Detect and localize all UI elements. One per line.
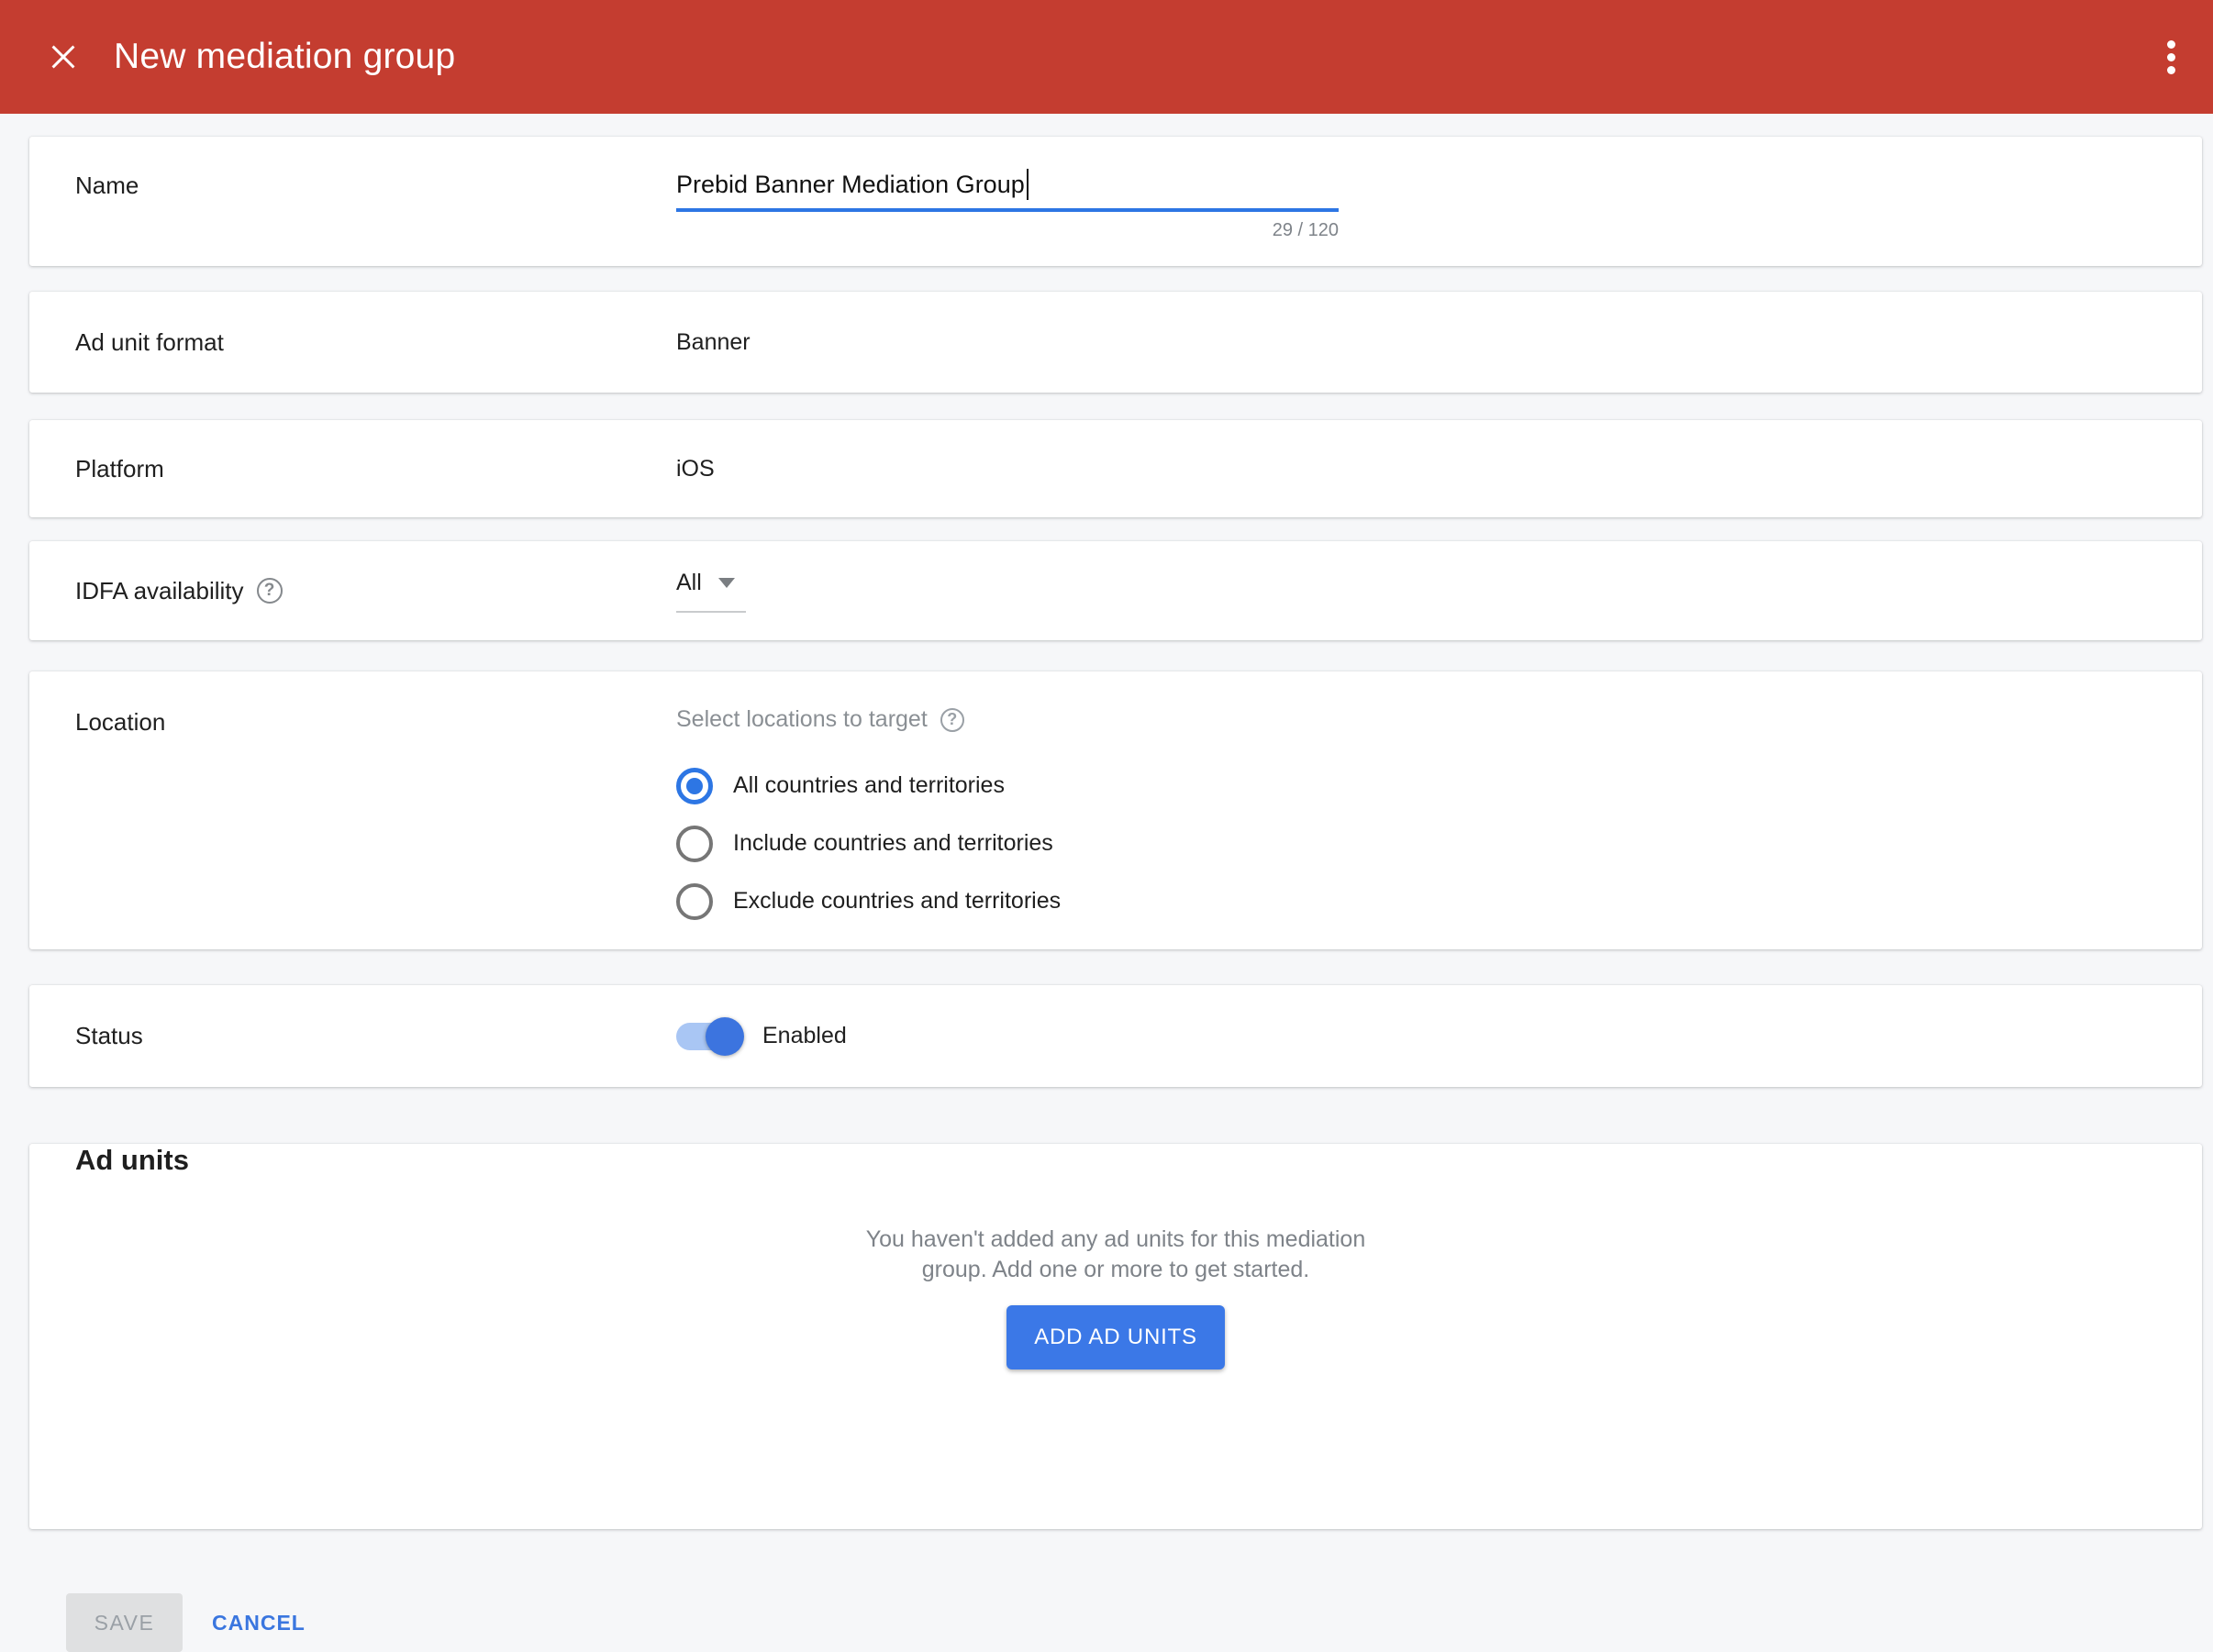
- radio-selected-icon: [676, 768, 713, 804]
- platform-label: Platform: [75, 455, 676, 483]
- idfa-availability-value: All: [676, 570, 702, 596]
- ad-units-empty-state: You haven't added any ad units for this …: [75, 1225, 2156, 1369]
- radio-unselected-icon: [676, 883, 713, 920]
- idfa-availability-label-text: IDFA availability: [75, 577, 244, 605]
- radio-option-label: All countries and territories: [733, 772, 1005, 799]
- radio-option-label: Include countries and territories: [733, 830, 1053, 857]
- ad-unit-format-card: Ad unit format Banner: [29, 292, 2202, 393]
- location-group-label-text: Select locations to target: [676, 706, 928, 733]
- radio-option-all-countries[interactable]: All countries and territories: [676, 757, 1061, 815]
- form-footer: SAVE CANCEL: [29, 1593, 2202, 1652]
- location-card: Location Select locations to target ? Al…: [29, 671, 2202, 949]
- location-radio-group: Select locations to target ? All countri…: [676, 706, 1061, 949]
- help-icon[interactable]: ?: [940, 708, 964, 732]
- empty-message-line2: group. Add one or more to get started.: [75, 1255, 2156, 1285]
- status-value: Enabled: [762, 1023, 847, 1049]
- radio-option-exclude-countries[interactable]: Exclude countries and territories: [676, 872, 1061, 930]
- status-card: Status Enabled: [29, 985, 2202, 1087]
- cancel-button[interactable]: CANCEL: [212, 1593, 306, 1652]
- dropdown-arrow-icon: [718, 578, 735, 588]
- radio-option-include-countries[interactable]: Include countries and territories: [676, 815, 1061, 872]
- idfa-availability-card: IDFA availability ? All: [29, 541, 2202, 640]
- radio-unselected-icon: [676, 826, 713, 862]
- status-toggle[interactable]: [676, 1023, 740, 1050]
- page-title: New mediation group: [114, 37, 455, 77]
- overflow-menu-button[interactable]: [2154, 31, 2187, 83]
- save-button[interactable]: SAVE: [66, 1593, 183, 1652]
- location-label: Location: [75, 706, 676, 949]
- name-input-underline: [676, 208, 1339, 212]
- ad-units-card: Ad units You haven't added any ad units …: [29, 1144, 2202, 1529]
- name-card: Name Prebid Banner Mediation Group 29 / …: [29, 137, 2202, 266]
- kebab-icon: [2167, 38, 2175, 76]
- platform-card: Platform iOS: [29, 420, 2202, 517]
- idfa-availability-dropdown[interactable]: All: [676, 570, 746, 613]
- text-cursor: [1027, 169, 1029, 200]
- idfa-availability-label: IDFA availability ?: [75, 577, 676, 605]
- status-label: Status: [75, 1022, 676, 1050]
- radio-option-label: Exclude countries and territories: [733, 888, 1061, 915]
- platform-value: iOS: [676, 456, 715, 482]
- toggle-knob: [706, 1017, 744, 1056]
- add-ad-units-button[interactable]: ADD AD UNITS: [1006, 1305, 1225, 1369]
- ad-unit-format-value: Banner: [676, 329, 751, 356]
- location-group-label: Select locations to target ?: [676, 706, 1061, 733]
- dropdown-underline: [676, 611, 746, 613]
- form-content: Name Prebid Banner Mediation Group 29 / …: [0, 137, 2213, 1652]
- close-icon: [49, 42, 78, 72]
- empty-message-line1: You haven't added any ad units for this …: [75, 1225, 2156, 1255]
- ad-units-heading: Ad units: [75, 1144, 2156, 1177]
- appbar: New mediation group: [0, 0, 2213, 114]
- close-button[interactable]: [46, 39, 81, 74]
- name-input-value: Prebid Banner Mediation Group: [676, 171, 1025, 199]
- ad-unit-format-label: Ad unit format: [75, 328, 676, 357]
- help-icon[interactable]: ?: [257, 578, 283, 604]
- name-label: Name: [75, 168, 676, 266]
- name-input[interactable]: Prebid Banner Mediation Group: [676, 168, 1339, 201]
- char-counter: 29 / 120: [676, 220, 1339, 241]
